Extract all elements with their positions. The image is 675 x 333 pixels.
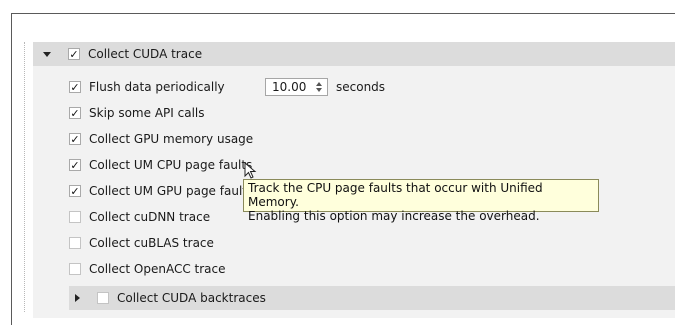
cuda-trace-section-header[interactable]: ✓ Collect CUDA trace bbox=[33, 42, 675, 66]
option-row-um-cpu[interactable]: ✓ Collect UM CPU page faults bbox=[69, 155, 252, 175]
flush-interval-spinbox[interactable]: 10.00 bbox=[265, 78, 328, 96]
um-cpu-page-faults-checkbox[interactable]: ✓ bbox=[69, 159, 81, 171]
collect-cuda-trace-checkbox[interactable]: ✓ bbox=[68, 48, 80, 60]
option-row-gpu-memory[interactable]: ✓ Collect GPU memory usage bbox=[69, 129, 253, 149]
cuda-backtraces-label: Collect CUDA backtraces bbox=[117, 291, 266, 305]
tooltip-line-2: Enabling this option may increase the ov… bbox=[248, 209, 540, 223]
option-row-um-gpu[interactable]: ✓ Collect UM GPU page faults bbox=[69, 181, 253, 201]
tree-guide-line bbox=[24, 42, 26, 312]
option-row-skip-api[interactable]: ✓ Skip some API calls bbox=[69, 103, 204, 123]
skip-api-calls-checkbox[interactable]: ✓ bbox=[69, 107, 81, 119]
flush-interval-units: seconds bbox=[336, 80, 386, 94]
spin-arrows-icon[interactable] bbox=[313, 80, 325, 94]
um-gpu-page-faults-checkbox[interactable]: ✓ bbox=[69, 185, 81, 197]
openacc-trace-label: Collect OpenACC trace bbox=[89, 262, 226, 276]
option-row-flush[interactable]: ✓ Flush data periodically bbox=[69, 77, 225, 97]
cuda-backtraces-checkbox[interactable] bbox=[97, 292, 109, 304]
cudnn-trace-checkbox[interactable] bbox=[69, 211, 81, 223]
expand-arrow-icon[interactable] bbox=[75, 294, 80, 302]
openacc-trace-checkbox[interactable] bbox=[69, 263, 81, 275]
flush-data-label: Flush data periodically bbox=[89, 80, 225, 94]
cudnn-trace-label: Collect cuDNN trace bbox=[89, 210, 211, 224]
option-row-cudnn[interactable]: Collect cuDNN trace bbox=[69, 207, 210, 227]
gpu-memory-checkbox[interactable]: ✓ bbox=[69, 133, 81, 145]
skip-api-calls-label: Skip some API calls bbox=[89, 106, 205, 120]
flush-data-checkbox[interactable]: ✓ bbox=[69, 81, 81, 93]
collapse-arrow-icon[interactable] bbox=[43, 51, 51, 57]
um-cpu-page-faults-label: Collect UM CPU page faults bbox=[89, 158, 253, 172]
mouse-pointer-icon bbox=[244, 162, 257, 179]
tooltip-line-1: Track the CPU page faults that occur wit… bbox=[248, 181, 543, 209]
gpu-memory-label: Collect GPU memory usage bbox=[89, 132, 254, 146]
cuda-backtraces-section-header[interactable]: Collect CUDA backtraces bbox=[69, 286, 675, 310]
collect-cuda-trace-label: Collect CUDA trace bbox=[88, 47, 203, 61]
option-row-cublas[interactable]: Collect cuBLAS trace bbox=[69, 233, 214, 253]
flush-interval-value[interactable]: 10.00 bbox=[266, 80, 313, 94]
um-cpu-page-faults-tooltip: Track the CPU page faults that occur wit… bbox=[243, 179, 599, 223]
cublas-trace-checkbox[interactable] bbox=[69, 237, 81, 249]
cublas-trace-label: Collect cuBLAS trace bbox=[89, 236, 214, 250]
option-row-openacc[interactable]: Collect OpenACC trace bbox=[69, 259, 225, 279]
um-gpu-page-faults-label: Collect UM GPU page faults bbox=[89, 184, 254, 198]
